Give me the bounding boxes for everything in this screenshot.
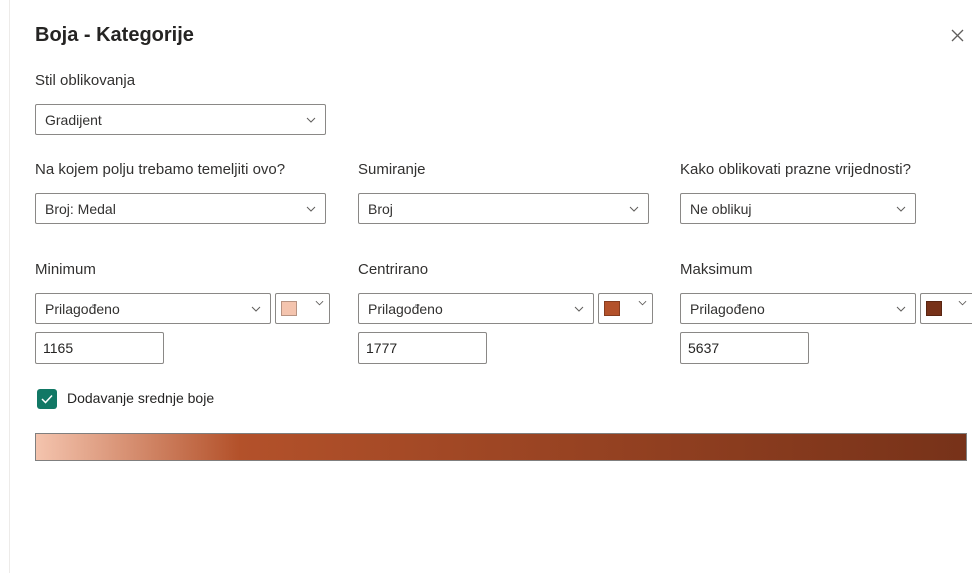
chevron-down-icon [896,206,906,212]
base-field-value: Broj: Medal [45,200,116,217]
minimum-type-value: Prilagođeno [45,300,120,317]
minimum-value-input[interactable] [35,332,164,364]
center-label: Centrirano [358,261,429,278]
chevron-down-icon [574,306,584,312]
chevron-down-icon [638,300,647,306]
center-type-value: Prilagođeno [368,300,443,317]
maximum-color-picker[interactable] [920,293,972,324]
center-color-swatch [604,301,620,316]
maximum-type-value: Prilagođeno [690,300,765,317]
minimum-color-swatch [281,301,297,316]
maximum-color-swatch [926,301,942,316]
chevron-down-icon [251,306,261,312]
maximum-label: Maksimum [680,261,753,278]
middle-color-checkbox[interactable] [37,389,57,409]
summarization-value: Broj [368,200,393,217]
base-field-label: Na kojem polju trebamo temeljiti ovo? [35,161,286,178]
center-color-picker[interactable] [598,293,653,324]
chevron-down-icon [629,206,639,212]
minimum-label: Minimum [35,261,96,278]
chevron-down-icon [306,117,316,123]
base-field-dropdown[interactable]: Broj: Medal [35,193,326,224]
center-value-input[interactable] [358,332,487,364]
minimum-type-dropdown[interactable]: Prilagođeno [35,293,271,324]
format-style-label: Stil oblikovanja [35,72,136,89]
center-type-dropdown[interactable]: Prilagođeno [358,293,594,324]
empty-values-dropdown[interactable]: Ne oblikuj [680,193,916,224]
summarization-label: Sumiranje [358,161,426,178]
chevron-down-icon [896,306,906,312]
chevron-down-icon [306,206,316,212]
format-style-value: Gradijent [45,111,102,128]
maximum-type-dropdown[interactable]: Prilagođeno [680,293,916,324]
close-button[interactable] [946,24,968,46]
gradient-preview-bar [35,433,967,461]
checkmark-icon [41,394,53,404]
empty-values-value: Ne oblikuj [690,200,752,217]
middle-color-label: Dodavanje srednje boje [67,390,215,406]
chevron-down-icon [315,300,324,306]
maximum-value-input[interactable] [680,332,809,364]
chevron-down-icon [958,300,967,306]
minimum-color-picker[interactable] [275,293,330,324]
close-icon [951,29,964,42]
dialog-title: Boja - Kategorije [35,24,194,46]
summarization-dropdown[interactable]: Broj [358,193,649,224]
left-panel-edge [0,0,10,573]
empty-values-label: Kako oblikovati prazne vrijednosti? [680,161,911,178]
format-style-dropdown[interactable]: Gradijent [35,104,326,135]
